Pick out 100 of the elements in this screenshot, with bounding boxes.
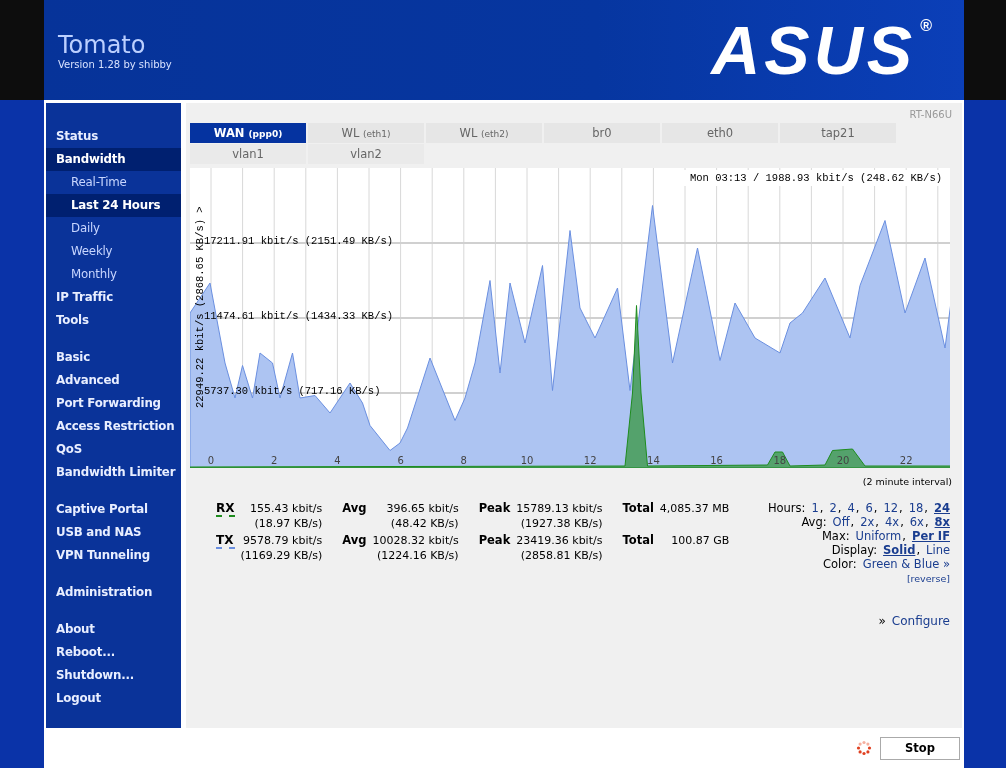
sidebar-item[interactable]: Access Restriction	[46, 415, 181, 438]
option-label: Avg:	[801, 515, 827, 529]
series-label: RX	[216, 501, 235, 517]
option-link[interactable]: 24	[934, 501, 950, 515]
separator: ,	[924, 501, 928, 515]
interface-tab[interactable]: vlan2	[308, 144, 424, 164]
sidebar-item[interactable]: VPN Tunneling	[46, 544, 181, 567]
stat-value: 10028.32 kbit/s	[372, 533, 459, 548]
trademark-mark: ®	[920, 16, 936, 36]
option-link[interactable]: Line	[926, 543, 950, 557]
max-label: 22949.22 kbit/s (2868.65 KB/s) >	[194, 206, 206, 408]
sidebar-item[interactable]: Status	[46, 125, 181, 148]
sidebar-item[interactable]: Administration	[46, 581, 181, 604]
stat-value: 23419.36 kbit/s	[516, 533, 603, 548]
interface-tab[interactable]: vlan1	[190, 144, 306, 164]
stat-label: Peak	[478, 533, 511, 549]
stat-label: Avg	[342, 533, 367, 549]
reverse-link[interactable]: [reverse]	[906, 573, 950, 584]
sidebar-item[interactable]: QoS	[46, 438, 181, 461]
sidebar-subitem[interactable]: Weekly	[46, 240, 181, 263]
option-label: Hours:	[767, 501, 806, 515]
separator: ,	[899, 501, 903, 515]
hour-label: 16	[710, 455, 723, 466]
hour-label: 12	[583, 455, 597, 466]
stat-value: 396.65 kbit/s	[386, 501, 459, 516]
grid-label: 11474.61 kbit/s (1434.33 KB/s)	[204, 310, 394, 322]
option-link[interactable]: Green & Blue »	[862, 557, 950, 571]
interface-tab[interactable]: WAN (ppp0)	[190, 123, 306, 143]
logo: ASUS	[711, 15, 917, 85]
stat-value: (18.97 KB/s)	[254, 516, 323, 531]
sidebar-item[interactable]: Bandwidth	[46, 148, 181, 171]
sidebar-item[interactable]: Port Forwarding	[46, 392, 181, 415]
sidebar-item[interactable]: Shutdown...	[46, 664, 181, 687]
hour-label: 22	[899, 455, 913, 466]
option-label: Max:	[821, 529, 850, 543]
router-model: RT-N66U	[909, 109, 952, 120]
hour-label: 4	[334, 455, 341, 466]
stat-value: 155.43 kbit/s	[250, 501, 323, 516]
option-link[interactable]: Solid	[883, 543, 916, 557]
option-link[interactable]: Uniform	[855, 529, 902, 543]
separator: ,	[916, 543, 921, 557]
sidebar-subitem[interactable]: Monthly	[46, 263, 181, 286]
sidebar-subitem[interactable]: Daily	[46, 217, 181, 240]
interface-tab[interactable]: WL (eth1)	[308, 123, 424, 143]
hour-label: 6	[397, 455, 404, 466]
separator: ,	[873, 501, 878, 515]
sidebar-item[interactable]: Basic	[46, 346, 181, 369]
version-text: Version 1.28 by shibby	[58, 58, 172, 70]
app-title: Tomato	[58, 30, 147, 59]
chevron-icon: »	[878, 614, 886, 628]
sidebar-item[interactable]: USB and NAS	[46, 521, 181, 544]
sidebar-subitem[interactable]: Real-Time	[46, 171, 181, 194]
sidebar-item[interactable]: Tools	[46, 309, 181, 332]
stat-value: (2858.81 KB/s)	[520, 548, 603, 563]
grid-label: 17211.91 kbit/s (2151.49 KB/s)	[204, 235, 394, 247]
option-link[interactable]: 6	[865, 501, 873, 515]
sidebar-item[interactable]: Bandwidth Limiter	[46, 461, 181, 484]
option-label: Display:	[831, 543, 878, 557]
stat-value: 15789.13 kbit/s	[516, 501, 603, 516]
hour-label: 20	[836, 455, 850, 466]
interval-text: (2 minute interval)	[862, 476, 952, 487]
stat-value: (1927.38 KB/s)	[520, 516, 603, 531]
option-link[interactable]: Off	[832, 515, 850, 529]
sidebar-item[interactable]: IP Traffic	[46, 286, 181, 309]
interface-tab[interactable]: eth0	[662, 123, 778, 143]
stat-label: Total	[622, 533, 654, 549]
stat-value: (1169.29 KB/s)	[240, 548, 323, 563]
separator: ,	[855, 501, 860, 515]
option-link[interactable]: 12	[883, 501, 899, 515]
sidebar-item[interactable]: Advanced	[46, 369, 181, 392]
option-link[interactable]: 4x	[885, 515, 900, 529]
stat-label: Total	[622, 501, 654, 517]
hour-label: 10	[520, 455, 534, 466]
sidebar-item[interactable]: Logout	[46, 687, 181, 710]
stat-value: 9578.79 kbit/s	[243, 533, 323, 548]
option-link[interactable]: 18	[908, 501, 924, 515]
current-reading: Mon 03:13 / 1988.93 kbit/s (248.62 KB/s)	[689, 172, 942, 184]
separator: ,	[924, 515, 929, 529]
separator: ,	[850, 515, 855, 529]
stat-label: Peak	[478, 501, 511, 517]
sidebar-item[interactable]: Captive Portal	[46, 498, 181, 521]
option-link[interactable]: 2	[829, 501, 837, 515]
interface-tab[interactable]: br0	[544, 123, 660, 143]
option-link[interactable]: 4	[847, 501, 855, 515]
option-link[interactable]: 6x	[909, 515, 924, 529]
option-link[interactable]: 2x	[860, 515, 875, 529]
configure-link[interactable]: Configure	[891, 614, 950, 628]
interface-tab[interactable]: WL (eth2)	[426, 123, 542, 143]
option-link[interactable]: 8x	[934, 515, 950, 529]
separator: ,	[902, 529, 906, 543]
separator: ,	[900, 515, 904, 529]
stat-value: 4,085.37 MB	[659, 501, 730, 516]
option-link[interactable]: 1	[811, 501, 819, 515]
stop-button[interactable]: Stop	[880, 736, 960, 760]
series-label: TX	[216, 533, 235, 549]
sidebar-item[interactable]: About	[46, 618, 181, 641]
sidebar-item[interactable]: Reboot...	[46, 641, 181, 664]
interface-tab[interactable]: tap21	[780, 123, 896, 143]
sidebar-subitem[interactable]: Last 24 Hours	[46, 194, 181, 217]
option-link[interactable]: Per IF	[911, 529, 950, 543]
